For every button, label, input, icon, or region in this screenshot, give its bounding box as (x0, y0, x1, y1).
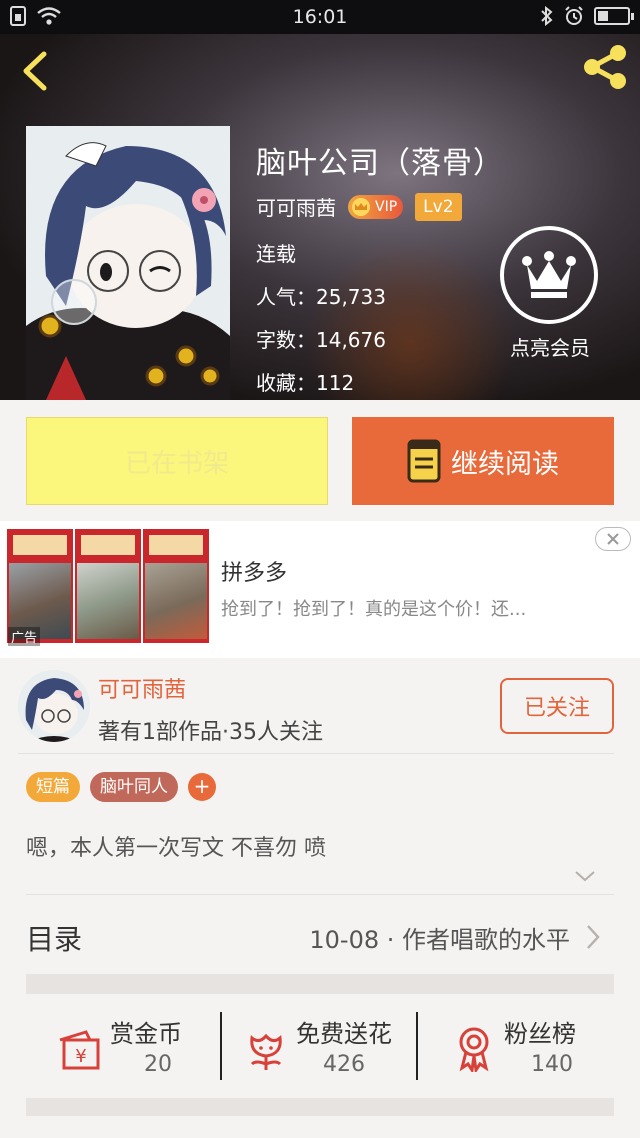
book-header: 脑叶公司（落骨） 可可雨茜 VIP Lv2 连载 人气：25,733 字数：14… (0, 34, 640, 400)
reward-coins[interactable]: ¥ 赏金币 20 (56, 1010, 206, 1082)
author-card-name[interactable]: 可可雨茜 (98, 672, 186, 704)
add-tag-button[interactable]: + (188, 773, 216, 801)
chevron-right-icon (587, 925, 600, 949)
support-stats: ¥ 赏金币 20 免费送花 426 粉丝榜 140 (26, 1010, 614, 1082)
vip-badge: VIP (348, 194, 404, 219)
word-count: 字数：14,676 (256, 328, 386, 352)
in-bookshelf-button[interactable]: 已在书架 (26, 417, 328, 505)
member-label: 点亮会员 (510, 336, 590, 360)
cover-illustration (26, 126, 230, 400)
fan-ranking-label: 粉丝榜 (504, 1020, 576, 1048)
crown-icon (352, 197, 370, 216)
section-divider (26, 974, 614, 994)
alarm-icon (565, 6, 583, 25)
reward-coins-value: 20 (144, 1052, 172, 1077)
member-button[interactable]: 点亮会员 (500, 226, 600, 361)
ad-image (7, 529, 73, 643)
chevron-down-icon[interactable] (574, 868, 596, 884)
tag-fanfic[interactable]: 脑叶同人 (90, 772, 178, 802)
ad-title: 拼多多 (221, 561, 288, 586)
author-card: 可可雨茜 著有1部作品·35人关注 已关注 (18, 670, 614, 754)
popularity: 人气：25,733 (256, 285, 386, 309)
level-badge: Lv2 (415, 192, 462, 221)
divider (416, 1012, 418, 1080)
ad-close-button[interactable] (595, 527, 631, 551)
section-divider (26, 1098, 614, 1116)
continue-reading-button[interactable]: 继续阅读 (352, 417, 614, 505)
author-card-stats: 著有1部作品·35人关注 (98, 720, 323, 745)
author-row: 可可雨茜 VIP Lv2 (256, 192, 462, 221)
status-bar: 16:01 (0, 0, 640, 34)
reward-coins-label: 赏金币 (110, 1020, 182, 1048)
back-arrow-icon[interactable] (16, 48, 56, 94)
book-title: 脑叶公司（落骨） (256, 146, 504, 181)
tag-list: 短篇 脑叶同人 + (26, 772, 216, 802)
ad-image (75, 529, 141, 643)
continue-reading-label: 继续阅读 (451, 448, 559, 480)
svg-text:¥: ¥ (75, 1046, 86, 1067)
table-of-contents-row[interactable]: 目录 10-08 · 作者唱歌的水平 (26, 910, 614, 966)
fan-ranking-value: 140 (531, 1052, 573, 1077)
toc-label: 目录 (26, 923, 83, 956)
serial-status: 连载 (256, 242, 296, 266)
battery-icon (594, 7, 634, 25)
fan-ranking[interactable]: 粉丝榜 140 (450, 1010, 600, 1082)
followed-button[interactable]: 已关注 (500, 678, 614, 734)
free-flowers-label: 免费送花 (296, 1020, 392, 1048)
book-cover[interactable] (26, 126, 230, 400)
ad-description: 抢到了！抢到了！真的是这个价！还... (221, 599, 527, 620)
followed-label: 已关注 (523, 696, 590, 721)
avatar-illustration (18, 670, 90, 742)
tag-short-story[interactable]: 短篇 (26, 772, 80, 802)
crown-icon (522, 251, 576, 298)
free-flowers-value: 426 (323, 1052, 365, 1077)
divider (220, 1012, 222, 1080)
medal-icon (459, 1027, 489, 1072)
author-name[interactable]: 可可雨茜 (256, 192, 336, 221)
book-description: 嗯，本人第一次写文 不喜勿 喷 (26, 836, 326, 861)
flower-icon (250, 1033, 282, 1070)
close-icon (607, 533, 619, 545)
latest-chapter: 10-08 · 作者唱歌的水平 (309, 926, 570, 954)
red-envelope-icon: ¥ (59, 1030, 100, 1070)
avatar[interactable] (18, 670, 90, 742)
vip-label: VIP (375, 198, 398, 215)
member-crown-circle (500, 226, 598, 324)
favorites-count: 收藏：112 (256, 371, 355, 395)
book-icon (407, 439, 441, 483)
ad-banner[interactable]: 广告 拼多多 抢到了！抢到了！真的是这个价！还... (0, 521, 640, 658)
free-flowers[interactable]: 免费送花 426 (242, 1010, 412, 1082)
in-bookshelf-label: 已在书架 (124, 448, 229, 479)
bluetooth-icon (541, 6, 553, 26)
divider (26, 894, 614, 895)
ad-image (143, 529, 209, 643)
share-icon[interactable] (580, 42, 630, 92)
ad-tag: 广告 (8, 627, 41, 646)
